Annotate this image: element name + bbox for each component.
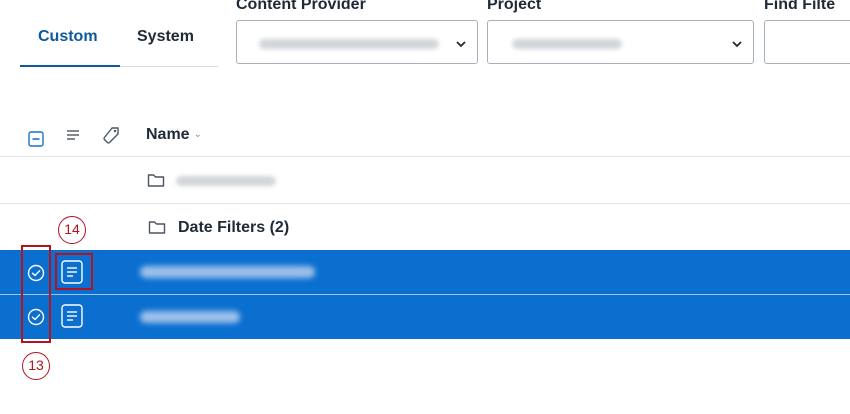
tab-active-indicator	[20, 65, 120, 67]
content-provider-value-redacted	[259, 39, 439, 49]
folder-icon	[148, 221, 166, 234]
selected-filter-row[interactable]	[0, 295, 850, 339]
tab-custom[interactable]: Custom	[38, 28, 98, 46]
find-filter-input[interactable]	[764, 20, 850, 64]
callout-13-highlight	[21, 245, 51, 343]
filter-name-redacted	[140, 311, 240, 323]
content-provider-label: Content Provider	[236, 0, 366, 13]
name-column-header[interactable]: Name ⌄	[146, 126, 202, 144]
project-select[interactable]	[487, 20, 754, 64]
project-value-redacted	[512, 39, 622, 49]
name-header-label: Name	[146, 126, 190, 143]
tab-system[interactable]: System	[137, 28, 194, 46]
filter-name-redacted	[140, 266, 315, 278]
folder-name-redacted	[176, 176, 276, 186]
content-provider-select[interactable]	[236, 20, 478, 64]
list-lines-icon[interactable]	[65, 127, 81, 143]
callout-13-badge: 13	[22, 352, 50, 380]
tag-icon[interactable]	[101, 126, 121, 146]
row-divider	[0, 203, 850, 204]
selected-filter-row[interactable]	[0, 250, 850, 294]
filter-document-icon[interactable]	[61, 304, 83, 328]
callout-14-badge: 14	[58, 216, 86, 244]
date-filters-folder[interactable]: Date Filters (2)	[178, 219, 289, 237]
find-filter-label: Find Filte	[764, 0, 836, 13]
folder-icon	[147, 174, 165, 187]
chevron-down-icon	[456, 41, 466, 48]
sort-indicator[interactable]: ⌄	[194, 129, 202, 140]
minus-square-icon[interactable]	[28, 131, 44, 147]
callout-14-highlight	[55, 253, 93, 290]
header-divider	[0, 156, 850, 157]
chevron-down-icon	[732, 41, 742, 48]
project-label: Project	[487, 0, 542, 13]
